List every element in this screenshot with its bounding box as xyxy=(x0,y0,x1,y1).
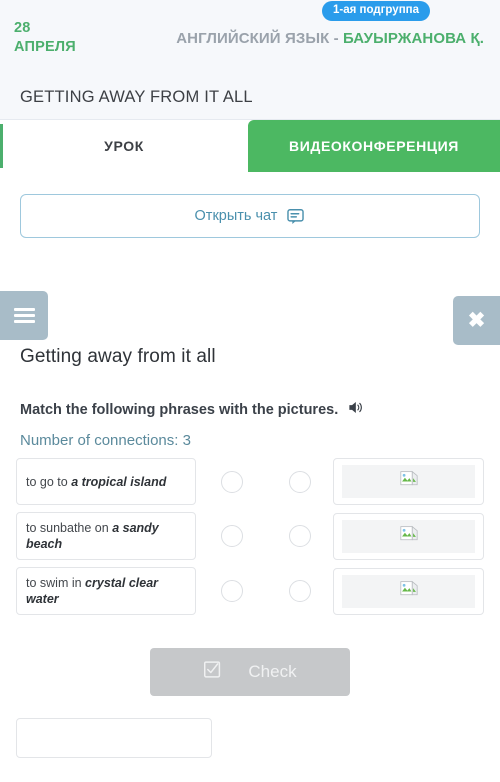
exercise-title: Getting away from it all xyxy=(20,346,216,367)
close-icon[interactable]: ✖ xyxy=(453,296,500,345)
hamburger-bars xyxy=(13,305,35,326)
phrase-prefix: to go to xyxy=(26,474,72,489)
teacher-name: БАУЫРЖАНОВА Қ. xyxy=(343,29,484,47)
image-card[interactable] xyxy=(333,458,484,505)
match-row: to swim in crystal clear water xyxy=(16,567,484,615)
exercise-controls: ✖ xyxy=(0,291,500,345)
chat-button-container: Открыть чат xyxy=(0,172,500,238)
connector-dot-right[interactable] xyxy=(289,580,311,602)
connections-count: Number of connections: 3 xyxy=(20,432,191,449)
tab-videoconference-label: ВИДЕОКОНФЕРЕНЦИЯ xyxy=(289,138,459,154)
checkbox-icon xyxy=(203,660,222,684)
phrase-text: to sunbathe on a sandy beach xyxy=(26,520,186,552)
chat-bubble-icon xyxy=(286,207,305,226)
lesson-title-bar: GETTING AWAY FROM IT ALL xyxy=(0,76,500,120)
connector-dot-left[interactable] xyxy=(221,525,243,547)
connector-dot-left[interactable] xyxy=(221,470,243,493)
image-placeholder xyxy=(342,519,475,553)
connector-dot-right[interactable] xyxy=(289,470,311,493)
open-chat-button[interactable]: Открыть чат xyxy=(20,194,480,238)
app-header: 28 АПРЕЛЯ 1-ая подгруппа АНГЛИЙСКИЙ ЯЗЫК… xyxy=(0,0,500,76)
broken-image-icon xyxy=(399,580,418,603)
lesson-date-month: АПРЕЛЯ xyxy=(14,39,76,55)
header-title-block: 1-ая подгруппа АНГЛИЙСКИЙ ЯЗЫК - БАУЫРЖА… xyxy=(119,0,486,49)
subject-teacher-title: АНГЛИЙСКИЙ ЯЗЫК - БАУЫРЖАНОВА Қ. xyxy=(119,28,484,49)
connector-dot-right[interactable] xyxy=(289,525,311,547)
match-row: to sunbathe on a sandy beach xyxy=(16,512,484,560)
tab-lesson[interactable]: УРОК xyxy=(0,120,248,172)
page-root: 28 АПРЕЛЯ 1-ая подгруппа АНГЛИЙСКИЙ ЯЗЫК… xyxy=(0,0,500,782)
hamburger-menu-icon[interactable] xyxy=(0,291,48,340)
broken-image-icon xyxy=(399,470,418,493)
next-phrase-card-partial[interactable] xyxy=(16,718,212,758)
exercise-instruction-text: Match the following phrases with the pic… xyxy=(20,401,339,418)
phrase-prefix: to swim in xyxy=(26,576,86,590)
phrase-card[interactable]: to go to a tropical island xyxy=(16,458,196,505)
lesson-title: GETTING AWAY FROM IT ALL xyxy=(20,88,253,106)
match-grid: to go to a tropical island to sunbathe o… xyxy=(16,458,484,615)
phrase-text: to swim in crystal clear water xyxy=(26,575,186,607)
check-button-label: Check xyxy=(248,662,297,681)
phrase-card[interactable]: to swim in crystal clear water xyxy=(16,567,196,615)
image-card[interactable] xyxy=(333,512,484,560)
phrase-text: to go to a tropical island xyxy=(26,474,166,490)
exercise-instruction: Match the following phrases with the pic… xyxy=(20,400,480,419)
broken-image-icon xyxy=(399,525,418,548)
exercise-panel: ✖ Getting away from it all Match the fol… xyxy=(0,291,500,758)
phrase-prefix: to sunbathe on xyxy=(26,521,113,535)
tab-bar: УРОК ВИДЕОКОНФЕРЕНЦИЯ xyxy=(0,120,500,172)
check-button[interactable]: Check xyxy=(150,648,350,696)
match-row: to go to a tropical island xyxy=(16,458,484,505)
subgroup-badge: 1-ая подгруппа xyxy=(322,0,430,21)
image-placeholder xyxy=(342,574,475,608)
tab-lesson-label: УРОК xyxy=(104,138,144,154)
image-card[interactable] xyxy=(333,567,484,615)
phrase-card[interactable]: to sunbathe on a sandy beach xyxy=(16,512,196,560)
check-button-container: Check xyxy=(0,648,500,696)
tab-videoconference[interactable]: ВИДЕОКОНФЕРЕНЦИЯ xyxy=(248,120,500,172)
lesson-date: 28 АПРЕЛЯ xyxy=(14,19,119,57)
open-chat-label: Открыть чат xyxy=(194,208,278,224)
subject-label: АНГЛИЙСКИЙ ЯЗЫК - xyxy=(176,29,343,47)
lesson-date-day: 28 xyxy=(14,20,31,36)
connector-dot-left[interactable] xyxy=(221,580,243,602)
speaker-icon[interactable] xyxy=(347,400,364,419)
image-placeholder xyxy=(342,465,475,498)
phrase-highlight: a tropical island xyxy=(71,474,167,489)
